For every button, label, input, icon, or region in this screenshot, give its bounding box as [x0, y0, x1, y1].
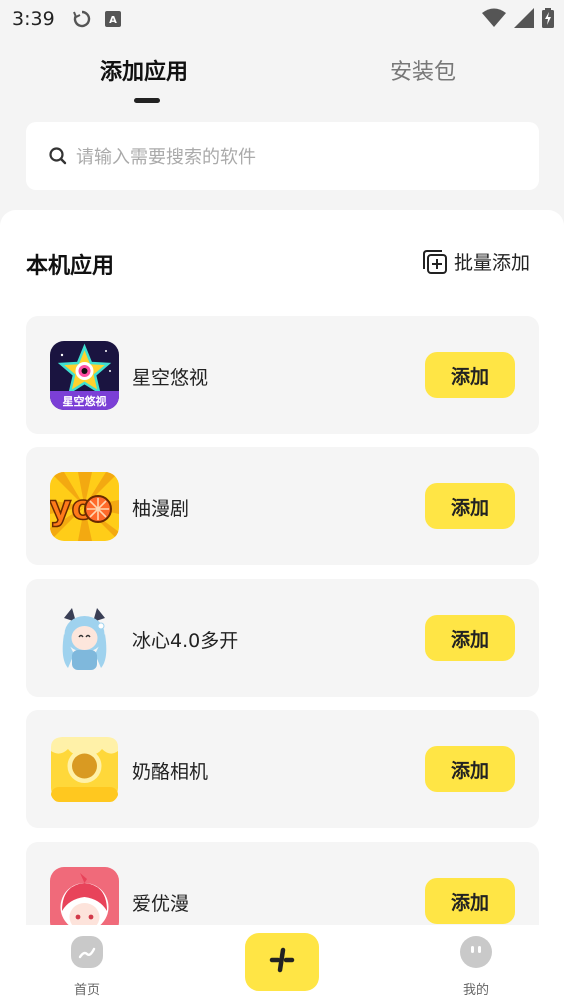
add-button[interactable]: 添加	[425, 483, 515, 529]
add-button[interactable]: 添加	[425, 878, 515, 924]
add-button[interactable]: 添加	[425, 352, 515, 398]
nav-me[interactable]: 我的	[436, 935, 516, 998]
anime-girl-app-icon	[50, 604, 119, 673]
tab-install-package[interactable]: 安装包	[390, 54, 456, 86]
plus-icon	[267, 945, 297, 979]
profile-icon	[459, 935, 493, 969]
battery-icon	[542, 8, 554, 32]
status-bar: 3:39 A	[0, 0, 564, 38]
home-icon	[70, 935, 104, 969]
nav-home-label: 首页	[73, 983, 100, 998]
section-title: 本机应用	[26, 254, 115, 279]
search-input[interactable]: 请输入需要搜索的软件	[76, 143, 256, 169]
yo-app-icon: yo	[50, 472, 119, 541]
app-name: 柚漫剧	[132, 498, 190, 520]
app-card: 星空悠视 星空悠视 添加	[26, 316, 539, 434]
app-name: 冰心4.0多开	[132, 630, 239, 652]
tab-add-app[interactable]: 添加应用	[100, 54, 188, 86]
app-name: 奶酪相机	[132, 761, 209, 783]
keyboard-a-icon: A	[104, 11, 121, 27]
app-card: 冰心4.0多开 添加	[26, 579, 539, 697]
status-time: 3:39	[12, 8, 55, 30]
signal-icon	[514, 8, 534, 32]
svg-text:A: A	[109, 15, 117, 26]
bottom-nav: 首页 我的	[0, 925, 564, 1002]
app-name: 星空悠视	[132, 367, 209, 389]
nav-home[interactable]: 首页	[47, 935, 127, 998]
star-app-icon: 星空悠视	[50, 341, 119, 410]
local-apps-panel: 本机应用 批量添加 星空悠视 星空悠视 添加 yo 柚漫剧 添加 冰心4.0多开…	[0, 210, 564, 960]
batch-add-icon	[422, 249, 448, 275]
app-name: 爱优漫	[132, 893, 190, 915]
cheese-camera-icon	[50, 735, 119, 804]
nav-me-label: 我的	[462, 983, 489, 998]
center-add-button[interactable]	[245, 933, 319, 991]
add-button[interactable]: 添加	[425, 746, 515, 792]
app-card: yo 柚漫剧 添加	[26, 447, 539, 565]
tab-indicator	[134, 98, 160, 103]
add-button[interactable]: 添加	[425, 615, 515, 661]
app-card: 奶酪相机 添加	[26, 710, 539, 828]
star-app-icon-text: 星空悠视	[63, 394, 107, 408]
search-icon	[48, 146, 68, 166]
batch-add-label: 批量添加	[453, 252, 530, 274]
search-bar[interactable]: 请输入需要搜索的软件	[26, 122, 539, 190]
wifi-icon	[482, 8, 506, 32]
status-right	[482, 8, 554, 32]
top-tabs: 添加应用 安装包	[0, 54, 564, 110]
sync-icon	[72, 10, 91, 28]
batch-add-button[interactable]: 批量添加	[422, 248, 530, 275]
